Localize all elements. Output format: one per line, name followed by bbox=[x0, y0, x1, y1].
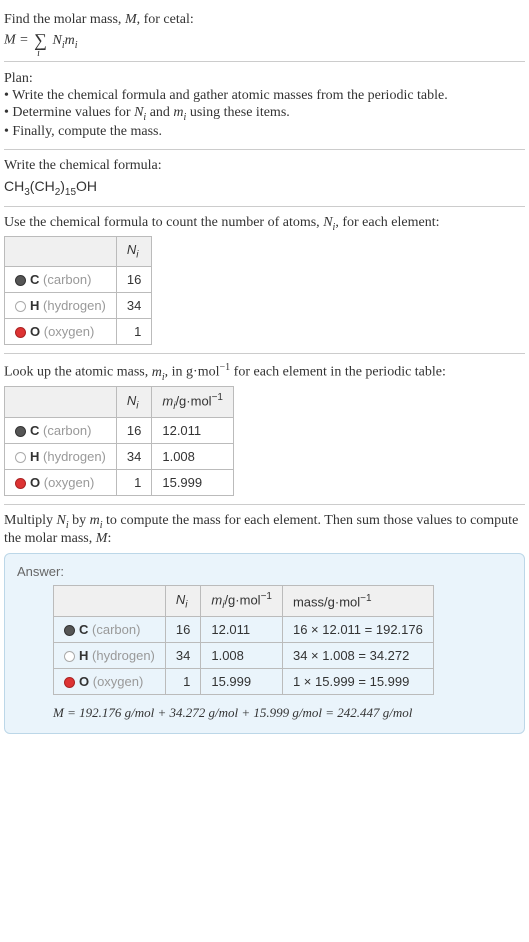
col-element bbox=[5, 237, 117, 267]
hydrogen-dot-icon bbox=[15, 452, 26, 463]
element-cell: C (carbon) bbox=[5, 266, 117, 292]
intro-post: , for cetal: bbox=[137, 12, 194, 27]
answer-box: Answer: Ni mi/g·mol−1 mass/g·mol−1 C (ca… bbox=[4, 553, 525, 734]
carbon-dot-icon bbox=[64, 625, 75, 636]
table-header-row: Ni mi/g·mol−1 bbox=[5, 387, 234, 418]
plan-item-3: • Finally, compute the mass. bbox=[4, 124, 525, 140]
table-row: O (oxygen) 1 15.999 1 × 15.999 = 15.999 bbox=[54, 669, 434, 695]
col-Ni: Ni bbox=[116, 237, 151, 267]
intro-pre: Find the molar mass, bbox=[4, 12, 125, 27]
oxygen-dot-icon bbox=[15, 327, 26, 338]
plan-header: Plan: bbox=[4, 71, 525, 87]
element-cell: O (oxygen) bbox=[5, 318, 117, 344]
carbon-dot-icon bbox=[15, 275, 26, 286]
formula-eq: = bbox=[16, 33, 32, 48]
plan-item-1: • Write the chemical formula and gather … bbox=[4, 88, 525, 104]
multiply-text: Multiply Ni by mi to compute the mass fo… bbox=[4, 513, 525, 547]
hydrogen-dot-icon bbox=[64, 651, 75, 662]
table-row: O (oxygen) 1 bbox=[5, 318, 152, 344]
table-row: C (carbon) 16 12.011 bbox=[5, 418, 234, 444]
element-cell: O (oxygen) bbox=[54, 669, 166, 695]
molar-mass-formula: M = ∑i Nimi bbox=[4, 30, 525, 51]
var-mi: mi bbox=[152, 365, 165, 380]
hydrogen-dot-icon bbox=[15, 301, 26, 312]
element-cell: O (oxygen) bbox=[5, 470, 117, 496]
table-header-row: Ni mi/g·mol−1 mass/g·mol−1 bbox=[54, 586, 434, 617]
answer-label: Answer: bbox=[17, 564, 512, 579]
intro-M: M bbox=[125, 12, 137, 27]
count-table: Ni C (carbon) 16 H (hydrogen) 34 O (oxyg… bbox=[4, 236, 152, 345]
formula-Ni: Ni bbox=[52, 33, 64, 48]
var-Ni: Ni bbox=[57, 513, 69, 528]
table-row: C (carbon) 16 12.011 16 × 12.011 = 192.1… bbox=[54, 617, 434, 643]
element-cell: H (hydrogen) bbox=[5, 292, 117, 318]
answer-total: M = 192.176 g/mol + 34.272 g/mol + 15.99… bbox=[17, 695, 512, 723]
table-row: H (hydrogen) 34 1.008 34 × 1.008 = 34.27… bbox=[54, 643, 434, 669]
oxygen-dot-icon bbox=[15, 478, 26, 489]
element-cell: H (hydrogen) bbox=[54, 643, 166, 669]
chemical-formula: CH3(CH2)15OH bbox=[4, 178, 525, 198]
col-element bbox=[54, 586, 166, 617]
element-cell: C (carbon) bbox=[54, 617, 166, 643]
var-mi: mi bbox=[90, 513, 103, 528]
chemical-formula-section: Write the chemical formula: CH3(CH2)15OH bbox=[4, 150, 525, 207]
var-mi: mi bbox=[173, 105, 186, 120]
count-value: 16 bbox=[116, 266, 151, 292]
sum-index: i bbox=[37, 48, 40, 59]
multiply-section: Multiply Ni by mi to compute the mass fo… bbox=[4, 505, 525, 742]
sum-symbol: ∑i bbox=[34, 30, 47, 51]
formula-mi: mi bbox=[65, 33, 78, 48]
intro-section: Find the molar mass, M, for cetal: M = ∑… bbox=[4, 4, 525, 62]
count-value: 34 bbox=[116, 292, 151, 318]
var-Ni: Ni bbox=[134, 105, 146, 120]
col-mi: mi/g·mol−1 bbox=[201, 586, 283, 617]
mass-table: Ni mi/g·mol−1 C (carbon) 16 12.011 H (hy… bbox=[4, 386, 234, 496]
col-element bbox=[5, 387, 117, 418]
exp-neg1: −1 bbox=[220, 362, 231, 373]
oxygen-dot-icon bbox=[64, 677, 75, 688]
var-M: M bbox=[96, 531, 108, 546]
var-Ni: Ni bbox=[323, 215, 335, 230]
table-row: C (carbon) 16 bbox=[5, 266, 152, 292]
count-section: Use the chemical formula to count the nu… bbox=[4, 207, 525, 354]
element-cell: H (hydrogen) bbox=[5, 444, 117, 470]
formula-M: M bbox=[4, 33, 16, 48]
col-mass: mass/g·mol−1 bbox=[282, 586, 433, 617]
atomic-mass-section: Look up the atomic mass, mi, in g·mol−1 … bbox=[4, 354, 525, 505]
mass-header: Look up the atomic mass, mi, in g·mol−1 … bbox=[4, 362, 525, 382]
table-header-row: Ni bbox=[5, 237, 152, 267]
element-cell: C (carbon) bbox=[5, 418, 117, 444]
answer-table: Ni mi/g·mol−1 mass/g·mol−1 C (carbon) 16… bbox=[53, 585, 434, 695]
chem-formula-header: Write the chemical formula: bbox=[4, 158, 525, 174]
table-row: H (hydrogen) 34 bbox=[5, 292, 152, 318]
intro-text: Find the molar mass, M, for cetal: bbox=[4, 12, 525, 28]
col-Ni: Ni bbox=[116, 387, 151, 418]
sigma-icon: ∑ bbox=[34, 30, 47, 50]
plan-section: Plan: • Write the chemical formula and g… bbox=[4, 62, 525, 150]
table-row: O (oxygen) 1 15.999 bbox=[5, 470, 234, 496]
table-row: H (hydrogen) 34 1.008 bbox=[5, 444, 234, 470]
carbon-dot-icon bbox=[15, 426, 26, 437]
count-header: Use the chemical formula to count the nu… bbox=[4, 215, 525, 233]
col-Ni: Ni bbox=[165, 586, 200, 617]
count-value: 1 bbox=[116, 318, 151, 344]
plan-item-2: • Determine values for Ni and mi using t… bbox=[4, 105, 525, 123]
sub-i: i bbox=[75, 40, 78, 51]
col-mi: mi/g·mol−1 bbox=[152, 387, 234, 418]
